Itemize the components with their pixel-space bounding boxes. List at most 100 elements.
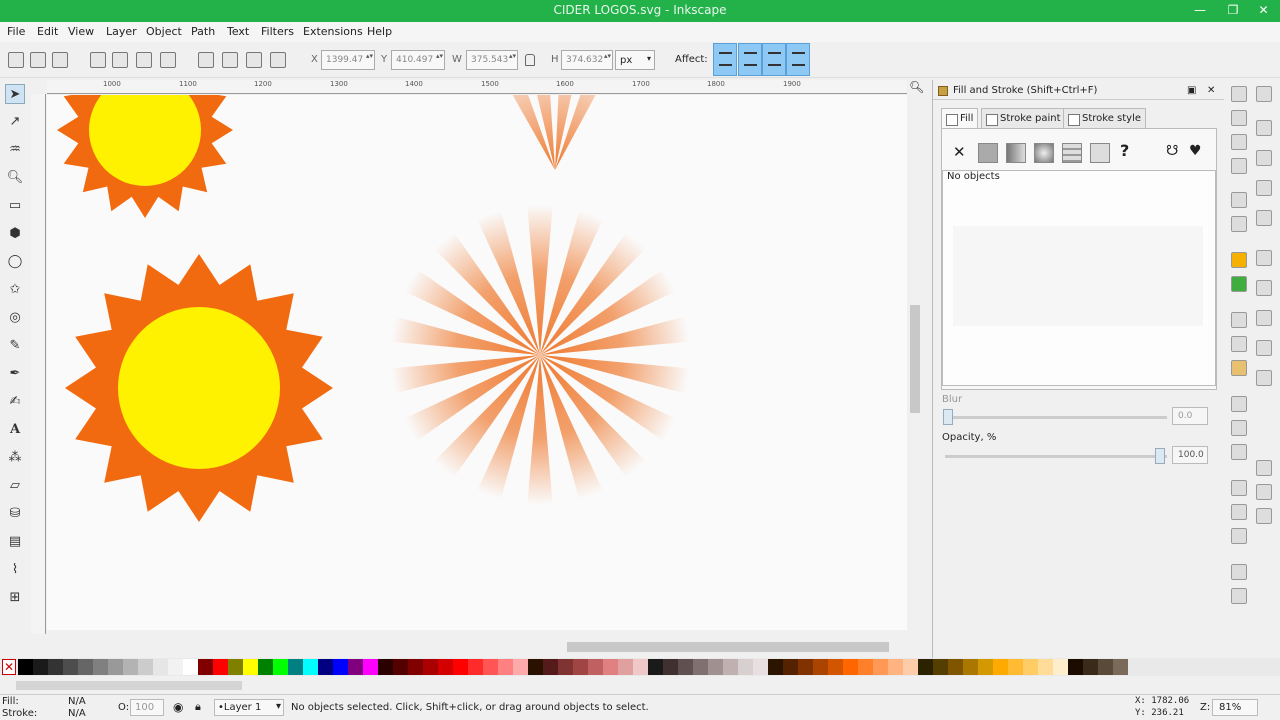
pattern-icon[interactable] bbox=[1090, 143, 1110, 163]
rectangle-tool-icon[interactable]: ▭ bbox=[5, 196, 25, 216]
affect-patterns-button[interactable] bbox=[786, 43, 810, 76]
color-swatch[interactable] bbox=[228, 659, 243, 675]
star-tool-icon[interactable]: ✩ bbox=[5, 280, 25, 300]
color-swatch[interactable] bbox=[1068, 659, 1083, 675]
no-paint-icon[interactable]: ✕ bbox=[953, 143, 966, 161]
color-swatch[interactable] bbox=[393, 659, 408, 675]
clone-icon[interactable] bbox=[1231, 504, 1247, 520]
undo-icon[interactable] bbox=[1231, 252, 1247, 268]
snap-bbox-corner-icon[interactable] bbox=[1256, 180, 1272, 196]
color-swatch[interactable] bbox=[18, 659, 33, 675]
menu-filters[interactable]: Filters bbox=[261, 25, 294, 38]
redo-icon[interactable] bbox=[1231, 276, 1247, 292]
snap-nodes-icon[interactable] bbox=[1256, 250, 1272, 266]
tab-stroke-style[interactable]: Stroke style bbox=[1063, 108, 1147, 128]
menu-object[interactable]: Object bbox=[146, 25, 182, 38]
affect-gradients-button[interactable] bbox=[762, 43, 786, 76]
spray-tool-icon[interactable]: ⁂ bbox=[5, 448, 25, 468]
color-swatch[interactable] bbox=[333, 659, 348, 675]
minimize-button[interactable]: — bbox=[1186, 0, 1214, 20]
menu-view[interactable]: View bbox=[68, 25, 94, 38]
cut-icon[interactable] bbox=[1231, 336, 1247, 352]
color-swatch[interactable] bbox=[1038, 659, 1053, 675]
y-input[interactable]: 410.497 bbox=[391, 50, 445, 70]
lock-icon[interactable] bbox=[525, 54, 535, 66]
color-swatch[interactable] bbox=[1008, 659, 1023, 675]
snap-bbox-icon[interactable] bbox=[1256, 120, 1272, 136]
palette-scrollbar[interactable] bbox=[0, 677, 1280, 693]
color-swatch[interactable] bbox=[468, 659, 483, 675]
color-swatch[interactable] bbox=[738, 659, 753, 675]
color-swatch[interactable] bbox=[828, 659, 843, 675]
color-swatch[interactable] bbox=[438, 659, 453, 675]
opacity-slider-handle[interactable] bbox=[1155, 448, 1165, 464]
unlink-clone-icon[interactable] bbox=[1231, 528, 1247, 544]
raise-icon[interactable] bbox=[222, 52, 238, 68]
pen-tool-icon[interactable]: ✒ bbox=[5, 364, 25, 384]
linear-gradient-icon[interactable] bbox=[1006, 143, 1026, 163]
panel-close-icon[interactable]: ✕ bbox=[1207, 85, 1215, 96]
color-swatch[interactable] bbox=[678, 659, 693, 675]
zoom-drawing-icon[interactable] bbox=[1231, 420, 1247, 436]
color-swatch[interactable] bbox=[513, 659, 528, 675]
opacity-value[interactable]: 100.0 bbox=[1172, 446, 1208, 464]
color-swatch[interactable] bbox=[618, 659, 633, 675]
select-all-layers-icon[interactable] bbox=[30, 52, 46, 68]
color-swatch[interactable] bbox=[558, 659, 573, 675]
rotate-ccw-icon[interactable] bbox=[90, 52, 106, 68]
color-swatch[interactable] bbox=[258, 659, 273, 675]
snap-guides-icon[interactable] bbox=[1256, 508, 1272, 524]
color-swatch[interactable] bbox=[768, 659, 783, 675]
color-swatch[interactable] bbox=[963, 659, 978, 675]
fill-rule-evenodd-icon[interactable]: ☋ bbox=[1166, 143, 1178, 159]
color-swatch[interactable] bbox=[423, 659, 438, 675]
color-swatch[interactable] bbox=[528, 659, 543, 675]
color-swatch[interactable] bbox=[108, 659, 123, 675]
color-swatch[interactable] bbox=[183, 659, 198, 675]
tweak-tool-icon[interactable]: ♒ bbox=[5, 140, 25, 160]
color-swatch[interactable] bbox=[483, 659, 498, 675]
color-swatch[interactable] bbox=[363, 659, 378, 675]
color-swatch[interactable] bbox=[783, 659, 798, 675]
lower-to-bottom-icon[interactable] bbox=[270, 52, 286, 68]
stroke-indicator[interactable]: N/A bbox=[68, 708, 86, 719]
opacity-slider[interactable] bbox=[945, 455, 1167, 458]
color-swatch[interactable] bbox=[663, 659, 678, 675]
save-icon[interactable] bbox=[1231, 134, 1247, 150]
palette-scroll-thumb[interactable] bbox=[16, 681, 242, 690]
tab-fill[interactable]: Fill bbox=[941, 108, 979, 128]
color-swatch[interactable] bbox=[798, 659, 813, 675]
tab-stroke-paint[interactable]: Stroke paint bbox=[981, 108, 1066, 128]
color-swatch[interactable] bbox=[933, 659, 948, 675]
h-input[interactable]: 374.632 bbox=[561, 50, 613, 70]
ellipse-tool-icon[interactable]: ◯ bbox=[5, 252, 25, 272]
snap-smooth-nodes-icon[interactable] bbox=[1256, 370, 1272, 386]
paint-bucket-tool-icon[interactable]: ⛁ bbox=[5, 504, 25, 524]
pencil-tool-icon[interactable]: ✎ bbox=[5, 336, 25, 356]
color-swatch[interactable] bbox=[63, 659, 78, 675]
dropper-tool-icon[interactable]: ⌇ bbox=[5, 560, 25, 580]
node-tool-icon[interactable]: ↗ bbox=[5, 112, 25, 132]
color-swatch[interactable] bbox=[918, 659, 933, 675]
zoom-spinbox[interactable]: 81% bbox=[1212, 699, 1258, 716]
unset-paint-icon[interactable]: ? bbox=[1120, 141, 1129, 160]
rotate-cw-icon[interactable] bbox=[112, 52, 128, 68]
snap-paths-icon[interactable] bbox=[1256, 280, 1272, 296]
color-swatch[interactable] bbox=[48, 659, 63, 675]
blur-slider[interactable] bbox=[945, 416, 1167, 419]
color-swatch[interactable] bbox=[888, 659, 903, 675]
zoom-page-icon[interactable] bbox=[1231, 444, 1247, 460]
w-input[interactable]: 375.543 bbox=[466, 50, 518, 70]
menu-extensions[interactable]: Extensions bbox=[303, 25, 363, 38]
close-window-button[interactable]: ✕ bbox=[1247, 0, 1280, 20]
horizontal-scrollbar[interactable] bbox=[47, 640, 907, 654]
drawing-canvas[interactable] bbox=[47, 95, 907, 630]
color-swatch[interactable] bbox=[993, 659, 1008, 675]
group-icon[interactable] bbox=[1231, 564, 1247, 580]
color-swatch[interactable] bbox=[33, 659, 48, 675]
box3d-tool-icon[interactable]: ⬢ bbox=[5, 224, 25, 244]
color-swatch[interactable] bbox=[273, 659, 288, 675]
snap-bbox-midpoint-icon[interactable] bbox=[1256, 210, 1272, 226]
flip-horizontal-icon[interactable] bbox=[136, 52, 152, 68]
raise-to-top-icon[interactable] bbox=[198, 52, 214, 68]
